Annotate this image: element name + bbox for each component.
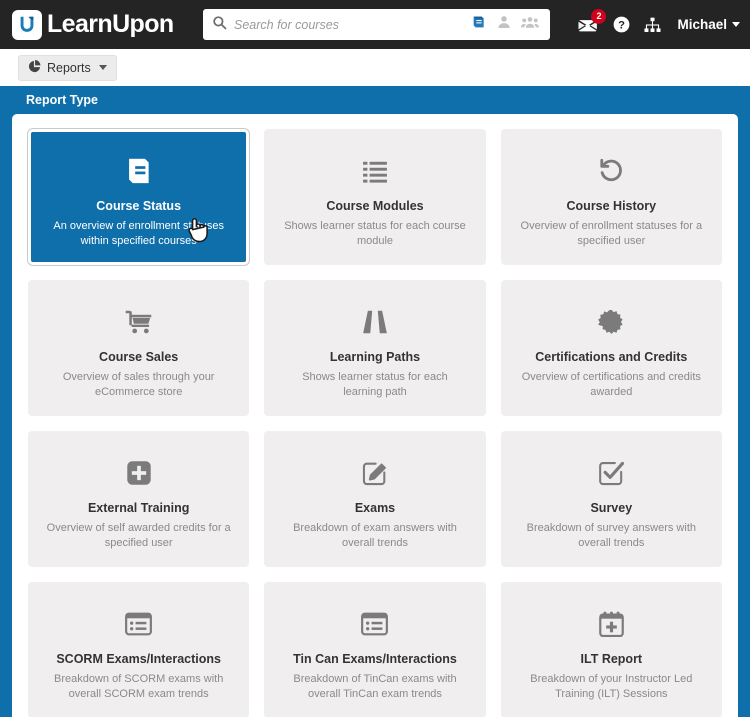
brand-name: LearnUpon — [47, 10, 174, 38]
groups-filter-icon[interactable] — [521, 14, 539, 35]
report-card-tin-can-exams-interactions[interactable]: Tin Can Exams/Interactions Breakdown of … — [264, 582, 486, 717]
report-card-description: Shows learner status for each learning p… — [302, 371, 448, 399]
report-type-panel: Report Type Course Status An overview of… — [0, 86, 750, 717]
search-icon — [212, 15, 227, 35]
report-card-title: Certifications and Credits — [535, 350, 688, 364]
calendar-plus-icon — [598, 603, 624, 645]
list-box-icon — [361, 603, 389, 645]
pie-chart-icon — [28, 59, 41, 76]
report-card-title: ILT Report — [580, 652, 643, 666]
report-card-description: Shows learner status for each course mod… — [284, 220, 466, 248]
pencil-square-icon — [362, 452, 388, 494]
report-card-title: Course Modules — [326, 199, 424, 213]
certificate-seal-icon — [597, 301, 625, 343]
report-card-description: Breakdown of TinCan exams with overall T… — [293, 673, 457, 701]
undo-arrow-icon — [597, 150, 625, 192]
page-title: Report Type — [26, 93, 98, 107]
road-icon — [361, 301, 389, 343]
report-card-external-training[interactable]: External Training Overview of self award… — [28, 431, 250, 567]
search-filter-group — [471, 14, 550, 35]
report-card-title: Survey — [590, 501, 633, 515]
report-card-title: Course History — [566, 199, 657, 213]
courses-filter-icon[interactable] — [471, 14, 487, 35]
check-square-icon — [598, 452, 625, 494]
report-card-course-sales[interactable]: Course Sales Overview of sales through y… — [28, 280, 250, 416]
sitemap-button[interactable] — [644, 17, 662, 33]
report-card-title: SCORM Exams/Interactions — [56, 652, 221, 666]
chevron-down-icon — [98, 65, 107, 70]
messages-badge: 2 — [591, 9, 607, 24]
header-actions: 2 ? Michael — [578, 0, 740, 49]
report-card-description: Breakdown of exam answers with overall t… — [293, 522, 457, 550]
reports-dropdown-label: Reports — [47, 60, 91, 75]
report-type-content: Course Status An overview of enrollment … — [12, 114, 738, 717]
report-card-description: Overview of enrollment statuses for a sp… — [520, 220, 703, 248]
svg-text:?: ? — [619, 19, 626, 31]
report-card-title: Tin Can Exams/Interactions — [293, 652, 457, 666]
sub-toolbar: Reports — [0, 49, 750, 86]
chevron-down-icon — [732, 22, 740, 27]
report-card-title: Course Status — [96, 199, 182, 213]
users-filter-icon[interactable] — [496, 14, 512, 35]
reports-dropdown-button[interactable]: Reports — [18, 54, 117, 81]
plus-square-icon — [126, 452, 152, 494]
report-card-description: Overview of self awarded credits for a s… — [46, 522, 231, 550]
book-icon — [122, 150, 156, 192]
user-menu[interactable]: Michael — [677, 17, 740, 32]
report-card-certifications-and-credits[interactable]: Certifications and Credits Overview of c… — [500, 280, 722, 416]
report-card-title: Exams — [354, 501, 396, 515]
learnupon-logo-icon — [12, 9, 42, 40]
report-card-course-history[interactable]: Course History Overview of enrollment st… — [500, 129, 722, 265]
report-card-scorm-exams-interactions[interactable]: SCORM Exams/Interactions Breakdown of SC… — [28, 582, 250, 717]
report-card-description: Breakdown of SCORM exams with overall SC… — [53, 673, 224, 701]
report-card-description: Breakdown of your Instructor Led Trainin… — [530, 673, 693, 701]
help-button[interactable]: ? — [613, 16, 630, 33]
report-card-description: Breakdown of survey answers with overall… — [526, 522, 696, 550]
messages-button[interactable]: 2 — [578, 9, 607, 33]
user-menu-label: Michael — [677, 17, 727, 32]
list-icon — [362, 150, 388, 192]
report-card-title: Course Sales — [99, 350, 179, 364]
report-card-ilt-report[interactable]: ILT Report Breakdown of your Instructor … — [500, 582, 722, 717]
report-type-grid: Course Status An overview of enrollment … — [28, 129, 722, 717]
report-card-description: Overview of certifications and credits a… — [521, 371, 701, 399]
report-card-description: An overview of enrollment statuses withi… — [53, 220, 224, 248]
report-card-exams[interactable]: Exams Breakdown of exam answers with ove… — [264, 431, 486, 567]
search-input[interactable] — [234, 9, 471, 40]
report-card-course-status[interactable]: Course Status An overview of enrollment … — [28, 129, 250, 265]
report-card-description: Overview of sales through your eCommerce… — [62, 371, 215, 399]
report-card-title: External Training — [87, 501, 190, 515]
report-card-learning-paths[interactable]: Learning Paths Shows learner status for … — [264, 280, 486, 416]
report-card-survey[interactable]: Survey Breakdown of survey answers with … — [500, 431, 722, 567]
search-bar[interactable] — [203, 9, 550, 40]
brand-logo[interactable]: LearnUpon — [12, 9, 174, 40]
shopping-cart-icon — [125, 301, 153, 343]
list-box-icon — [125, 603, 153, 645]
top-navigation-bar: LearnUpon Search for courses 2 ? Michael — [0, 0, 750, 49]
report-card-title: Learning Paths — [329, 350, 421, 364]
report-card-course-modules[interactable]: Course Modules Shows learner status for … — [264, 129, 486, 265]
